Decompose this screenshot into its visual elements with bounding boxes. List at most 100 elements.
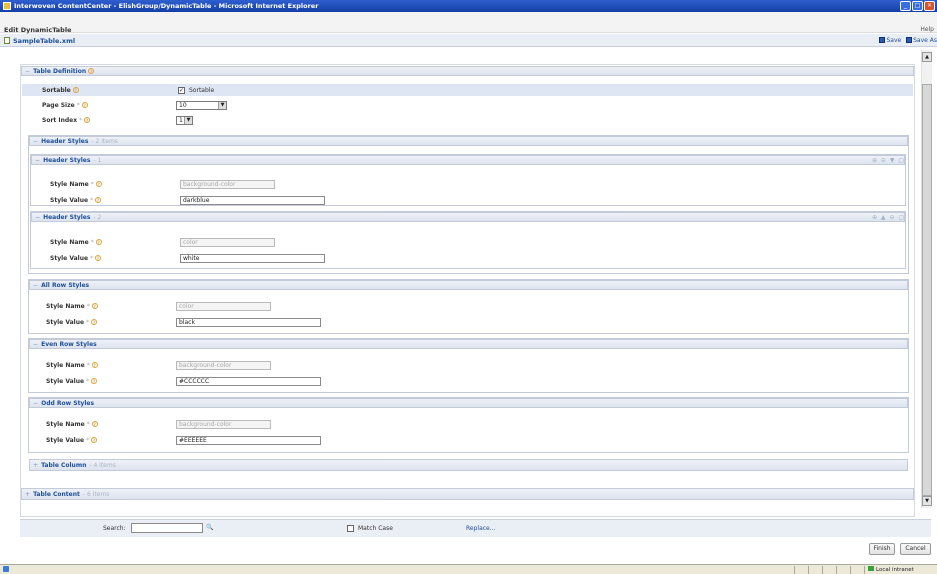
page-icon — [3, 566, 9, 572]
save-button[interactable]: Save — [879, 37, 901, 44]
style-name-label: Style Name *? — [50, 239, 102, 246]
window-controls: _ □ × — [899, 1, 935, 11]
collapse-icon[interactable]: − — [33, 281, 39, 291]
expand-icon[interactable]: + — [25, 489, 31, 501]
xml-file-icon — [4, 37, 10, 44]
header-style-item-header[interactable]: − Header Styles - 1 — [31, 155, 905, 165]
style-value-field[interactable]: #EEEEEE — [176, 436, 321, 445]
help-icon[interactable]: ? — [91, 421, 98, 427]
page-size-select[interactable]: 10 ▼ — [176, 101, 227, 110]
sortable-label: Sortable? — [42, 87, 79, 94]
sort-index-label: Sort Index *? — [42, 117, 91, 124]
intranet-zone-icon — [868, 566, 874, 571]
ie-app-icon — [3, 2, 11, 10]
help-icon[interactable]: ? — [91, 362, 98, 368]
scroll-down-arrow-icon[interactable]: ▼ — [922, 496, 932, 506]
style-name-label: Style Name *? — [50, 181, 102, 188]
expand-icon[interactable]: + — [33, 460, 39, 472]
page-size-label: Page Size *? — [42, 102, 88, 109]
collapse-icon[interactable]: − — [35, 213, 41, 223]
chevron-down-icon: ▼ — [218, 102, 226, 109]
sortable-checkbox-label: Sortable — [189, 87, 215, 94]
help-icon[interactable]: ? — [95, 255, 102, 261]
style-value-label: Style Value *? — [46, 437, 98, 444]
style-value-field[interactable]: white — [180, 254, 325, 263]
collapse-icon[interactable]: − — [35, 156, 41, 166]
header-style-item-header[interactable]: − Header Styles - 2 — [31, 212, 905, 222]
match-case-checkbox[interactable] — [347, 525, 354, 532]
style-value-label: Style Value *? — [50, 197, 102, 204]
help-icon[interactable]: ? — [84, 117, 91, 123]
status-bar: Local intranet — [0, 564, 937, 574]
help-icon[interactable]: ? — [91, 378, 98, 384]
file-toolbar — [0, 34, 937, 47]
sortable-checkbox[interactable]: ✓ — [178, 87, 185, 94]
item-controls[interactable]: ⊕ ▲ ⊖ ▢ — [872, 214, 905, 221]
collapse-icon[interactable]: − — [33, 137, 39, 147]
odd-row-styles-header[interactable]: − Odd Row Styles — [29, 398, 908, 408]
status-cell — [808, 566, 809, 574]
all-row-styles-header[interactable]: − All Row Styles — [29, 280, 908, 290]
help-icon[interactable]: ? — [72, 87, 79, 93]
status-cell — [822, 566, 823, 574]
help-icon[interactable]: ? — [95, 197, 102, 203]
style-name-field[interactable]: color — [180, 238, 275, 247]
save-toolbar: Save Save As — [879, 37, 937, 44]
maximize-button[interactable]: □ — [912, 1, 923, 11]
collapse-icon[interactable]: − — [33, 399, 39, 409]
style-name-label: Style Name *? — [46, 303, 98, 310]
cancel-button[interactable]: Cancel — [900, 543, 931, 555]
scrollbar-thumb[interactable] — [922, 84, 932, 496]
window-title: Interwoven ContentCenter - ElishGroup/Dy… — [14, 2, 319, 10]
close-button[interactable]: × — [924, 1, 935, 11]
header-styles-header[interactable]: − Header Styles - 2 items — [29, 136, 908, 146]
chevron-down-icon: ▼ — [184, 117, 192, 124]
button-row — [0, 538, 937, 562]
page-header — [0, 12, 937, 33]
style-value-field[interactable]: black — [176, 318, 321, 327]
replace-link[interactable]: Replace... — [466, 525, 495, 532]
help-icon[interactable]: ? — [91, 303, 98, 309]
style-value-field[interactable]: darkblue — [180, 196, 325, 205]
search-input[interactable] — [131, 523, 203, 533]
page-title: Edit DynamicTable — [4, 26, 72, 34]
search-label: Search: — [103, 525, 126, 532]
item-controls[interactable]: ⊕ ⊖ ▼ ▢ — [872, 157, 905, 164]
search-icon[interactable]: 🔍 — [206, 524, 213, 531]
help-icon[interactable]: ? — [95, 181, 102, 187]
item-count: - 2 items — [91, 138, 118, 145]
style-name-field[interactable]: background-color — [176, 361, 271, 370]
style-name-field[interactable]: background-color — [176, 420, 271, 429]
style-name-label: Style Name *? — [46, 421, 98, 428]
help-link[interactable]: Help — [920, 26, 934, 33]
help-icon[interactable]: ? — [91, 437, 98, 443]
style-value-label: Style Value *? — [50, 255, 102, 262]
floppy-disk-icon — [906, 37, 913, 43]
vertical-scrollbar[interactable]: ▲ ▼ — [921, 50, 932, 508]
minimize-button[interactable]: _ — [900, 1, 911, 11]
help-icon[interactable]: ? — [88, 68, 95, 74]
match-case-label: Match Case — [358, 525, 393, 532]
save-as-button[interactable]: Save As — [906, 37, 937, 44]
style-name-label: Style Name *? — [46, 362, 98, 369]
status-cell — [794, 566, 795, 574]
finish-button[interactable]: Finish — [869, 543, 895, 555]
table-content-header[interactable]: + Table Content - 6 items — [21, 488, 914, 500]
help-icon[interactable]: ? — [81, 102, 88, 108]
even-row-styles-header[interactable]: − Even Row Styles — [29, 339, 908, 349]
sort-index-select[interactable]: 1 ▼ — [176, 116, 193, 125]
status-cell — [836, 566, 837, 574]
style-name-field[interactable]: color — [176, 302, 271, 311]
style-name-field[interactable]: background-color — [180, 180, 275, 189]
style-value-label: Style Value *? — [46, 378, 98, 385]
help-icon[interactable]: ? — [91, 319, 98, 325]
window-title-bar: Interwoven ContentCenter - ElishGroup/Dy… — [0, 0, 937, 12]
scroll-up-arrow-icon[interactable]: ▲ — [922, 52, 932, 62]
table-definition-header[interactable]: − Table Definition? — [21, 66, 914, 76]
table-column-header[interactable]: + Table Column - 4 items — [29, 459, 908, 471]
collapse-icon[interactable]: − — [33, 340, 39, 350]
collapse-icon[interactable]: − — [25, 67, 31, 77]
style-value-field[interactable]: #CCCCCC — [176, 377, 321, 386]
sortable-row — [22, 84, 913, 96]
help-icon[interactable]: ? — [95, 239, 102, 245]
